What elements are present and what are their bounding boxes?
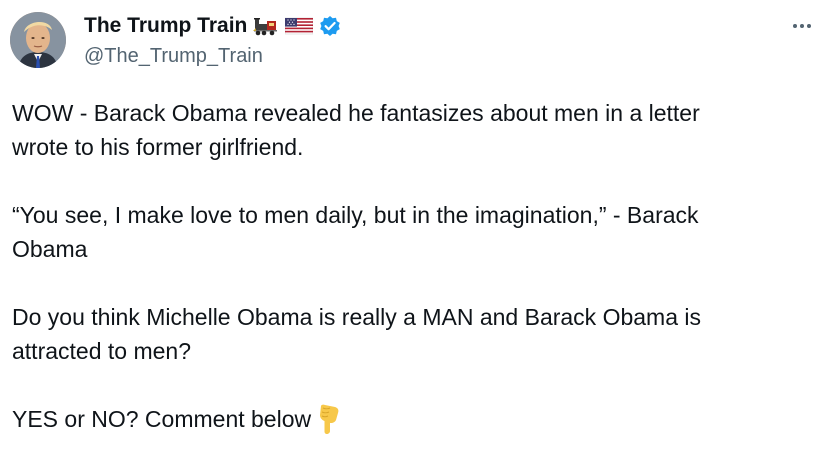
tweet-text: WOW - Barack Obama revealed he fantasize…: [12, 96, 812, 436]
tweet-paragraph: Do you think Michelle Obama is really a …: [12, 304, 702, 364]
display-name[interactable]: The Trump Train: [84, 14, 247, 38]
more-dot-icon: [793, 24, 797, 28]
verified-badge-icon[interactable]: [319, 15, 341, 37]
tweet-header: The Trump Train @The_Trump_Train: [10, 12, 341, 68]
more-options-button[interactable]: [788, 16, 816, 36]
tweet-final-paragraph: YES or NO? Comment below: [12, 402, 812, 436]
tweet-final-line: YES or NO? Comment below: [12, 406, 312, 432]
more-dot-icon: [800, 24, 804, 28]
pointing-down-icon: [315, 404, 341, 434]
tweet-paragraph: WOW - Barack Obama revealed he fantasize…: [12, 100, 700, 160]
us-flag-icon: [285, 16, 314, 36]
avatar[interactable]: [10, 12, 66, 68]
author-handle[interactable]: @The_Trump_Train: [84, 44, 341, 68]
train-icon: [253, 16, 279, 36]
author-identity: The Trump Train @The_Trump_Train: [84, 14, 341, 68]
more-dot-icon: [807, 24, 811, 28]
tweet-card: The Trump Train @The_Trump_Train WOW - B…: [0, 0, 840, 451]
avatar-image: [10, 12, 66, 68]
tweet-paragraph: “You see, I make love to men daily, but …: [12, 202, 699, 262]
name-row: The Trump Train: [84, 14, 341, 38]
